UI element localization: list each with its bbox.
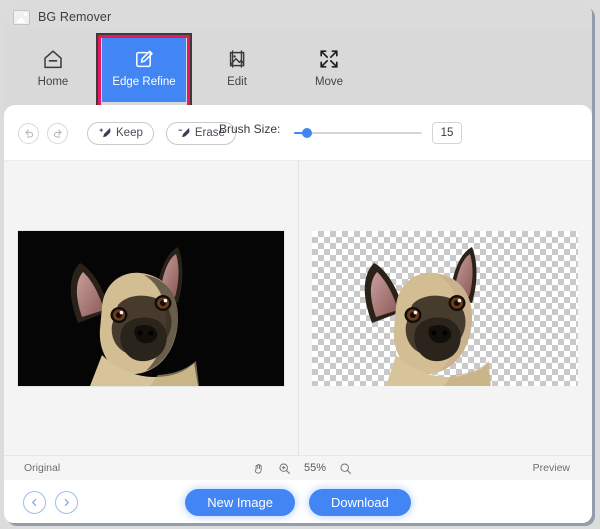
bg-remover-window: BG Remover Home Edge Refine Edit Move Ke… (0, 0, 600, 529)
tool-edit-label: Edit (227, 76, 247, 88)
content-sheet: Keep Erase Brush Size: 15 Original 55% P… (4, 105, 592, 523)
preview-image (312, 230, 579, 386)
original-subject (17, 230, 284, 386)
tool-home[interactable]: Home (10, 36, 96, 100)
action-bar: New Image Download (4, 480, 592, 523)
tool-edit[interactable]: Edit (194, 36, 280, 100)
zoom-out-icon[interactable] (339, 462, 352, 475)
french-bulldog-cutout (364, 246, 492, 386)
brush-erase-icon (178, 128, 190, 138)
original-image (17, 230, 284, 386)
edit-image-icon (229, 50, 245, 68)
brush-size-slider[interactable] (294, 128, 422, 138)
tool-edge-refine-label: Edge Refine (112, 76, 176, 88)
options-bar: Keep Erase Brush Size: 15 (4, 105, 592, 161)
original-pane[interactable] (4, 161, 299, 455)
next-image-button[interactable] (55, 491, 78, 514)
zoom-level: 55% (304, 462, 327, 474)
status-bar: Original 55% Preview (4, 455, 592, 480)
options-row: Keep Erase Brush Size: 15 (4, 121, 592, 145)
window-frame: BG Remover Home Edge Refine Edit Move Ke… (4, 4, 592, 523)
hand-tool-icon[interactable] (252, 462, 265, 475)
brush-size-value[interactable]: 15 (432, 122, 462, 144)
tool-move-label: Move (314, 76, 344, 88)
brush-size-label: Brush Size: (219, 122, 281, 136)
original-label: Original (24, 462, 61, 474)
app-title: BG Remover (38, 10, 112, 24)
edge-refine-icon (136, 50, 153, 68)
undo-arrow-icon (24, 129, 33, 138)
canvas-area (4, 161, 592, 455)
chevron-left-icon (32, 498, 37, 507)
redo-button[interactable] (47, 122, 68, 144)
chevron-right-icon (64, 498, 69, 507)
tool-edge-refine[interactable]: Edge Refine (102, 34, 186, 102)
title-bar: BG Remover (4, 4, 592, 30)
download-button[interactable]: Download (308, 489, 411, 516)
keep-button[interactable]: Keep (87, 121, 154, 145)
home-icon (44, 49, 62, 68)
zoom-in-icon[interactable] (278, 462, 291, 475)
keep-button-label: Keep (116, 127, 143, 139)
tool-ribbon: Home Edge Refine Edit Move (4, 30, 592, 105)
preview-pane[interactable] (298, 161, 592, 455)
undo-button[interactable] (18, 122, 39, 144)
slider-thumb[interactable] (302, 128, 312, 138)
french-bulldog-photo (17, 230, 284, 386)
zoom-controls: 55% (252, 462, 352, 475)
brush-keep-icon (99, 128, 111, 138)
preview-subject (312, 231, 578, 386)
previous-image-button[interactable] (23, 491, 46, 514)
new-image-button[interactable]: New Image (185, 489, 295, 516)
preview-label: Preview (532, 462, 570, 474)
image-icon (13, 9, 30, 25)
tool-home-label: Home (37, 75, 69, 88)
redo-arrow-icon (53, 129, 62, 138)
tool-move[interactable]: Move (286, 36, 372, 100)
move-icon (320, 50, 338, 68)
